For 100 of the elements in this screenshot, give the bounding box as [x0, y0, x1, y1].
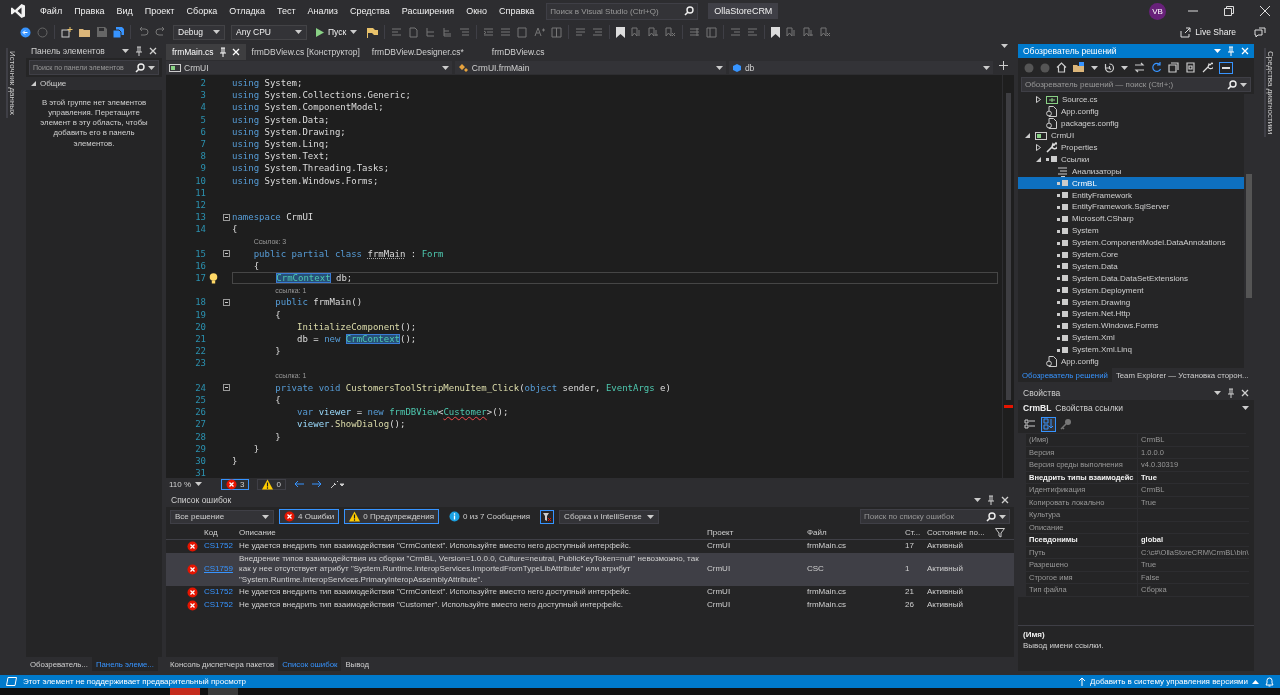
search-icon[interactable] — [986, 511, 996, 522]
column-header[interactable]: Код — [202, 528, 237, 537]
new-project-icon[interactable] — [61, 26, 73, 38]
filter-icon[interactable] — [540, 509, 555, 524]
brush-icon[interactable] — [329, 479, 344, 489]
bookmark-icon[interactable] — [771, 26, 781, 38]
tree-item[interactable]: App.config — [1018, 355, 1244, 368]
tree-item[interactable]: Microsoft.CSharp — [1018, 212, 1244, 225]
pin-icon[interactable] — [1227, 388, 1235, 398]
arrow-right-icon[interactable] — [311, 480, 322, 488]
error-code-link[interactable]: CS1752 — [202, 587, 237, 598]
caret-icon[interactable] — [350, 30, 358, 34]
key-icon[interactable] — [1060, 418, 1072, 430]
source-dropdown[interactable]: Сборка и IntelliSense — [559, 509, 660, 524]
caret-icon[interactable] — [213, 30, 220, 34]
home-icon[interactable] — [1056, 62, 1067, 73]
caret-icon[interactable] — [1214, 49, 1221, 53]
close-icon[interactable] — [149, 47, 157, 55]
menu-item[interactable]: Окно — [460, 6, 494, 16]
search-box[interactable]: Поиск по списку ошибок — [860, 509, 1010, 524]
tree-item[interactable]: System.Deployment — [1018, 284, 1244, 297]
sort-button[interactable] — [1041, 416, 1056, 432]
caret-icon[interactable] — [195, 482, 203, 486]
tree-item[interactable]: Properties — [1018, 141, 1244, 154]
scrollbar-thumb[interactable] — [1006, 93, 1011, 400]
warning-count-button[interactable]: 0 — [257, 478, 286, 490]
editor-tab[interactable]: frmDBView.cs [Конструктор] — [245, 44, 366, 60]
live-share-button[interactable]: Live Share — [1180, 26, 1236, 38]
bell-icon[interactable] — [1265, 676, 1274, 687]
funnel-icon[interactable] — [995, 527, 1005, 538]
tree-item[interactable]: packages.config — [1018, 117, 1244, 130]
back-icon[interactable] — [20, 26, 31, 38]
error-code-link[interactable]: CS1752 — [202, 541, 237, 552]
tree-item[interactable]: EntityFramework — [1018, 189, 1244, 201]
tree-item[interactable]: System.Xml — [1018, 331, 1244, 344]
sort-button[interactable] — [1022, 416, 1037, 432]
menu-item[interactable]: Отладка — [223, 6, 271, 16]
preview-icon[interactable] — [1219, 61, 1233, 74]
scope-dropdown[interactable]: Все решение — [170, 509, 274, 524]
side-tab[interactable]: Средства диагностики — [1263, 48, 1275, 138]
expander-icon[interactable] — [1035, 144, 1042, 151]
caret-icon[interactable] — [1242, 405, 1249, 410]
side-tab[interactable]: Источник данных — [5, 48, 17, 119]
tree-item[interactable]: CrmBL — [1018, 177, 1244, 190]
caret-icon[interactable] — [1121, 65, 1128, 70]
show-all-icon[interactable] — [1185, 62, 1196, 73]
menu-item[interactable]: Расширения — [395, 6, 461, 16]
column-header[interactable]: Состояние по... — [925, 528, 995, 537]
caret-icon[interactable] — [974, 498, 981, 502]
flag-icon[interactable] — [366, 26, 379, 38]
caret-icon[interactable] — [715, 65, 723, 70]
redo-icon[interactable] — [155, 27, 167, 37]
caret-icon[interactable] — [1214, 391, 1221, 395]
caret-icon[interactable] — [148, 65, 155, 70]
bookmark-clear-icon[interactable] — [820, 26, 832, 38]
tree-item[interactable]: CrmUI — [1018, 129, 1244, 142]
expander-icon[interactable] — [1024, 132, 1031, 140]
tree-item[interactable]: System.Core — [1018, 248, 1244, 261]
tree-item[interactable]: Ссылки — [1018, 153, 1244, 166]
save-all-icon[interactable] — [113, 26, 124, 38]
menu-item[interactable]: Проект — [138, 6, 181, 16]
source-control-button[interactable]: Добавить в систему управления версиями — [1077, 677, 1259, 686]
sync-icon[interactable] — [1134, 62, 1145, 73]
menu-item[interactable]: Правка — [68, 6, 111, 16]
tree-item[interactable]: System.ComponentModel.DataAnnotations — [1018, 236, 1244, 249]
editor-tab[interactable]: frmDBView.cs — [485, 44, 606, 60]
platform-dropdown[interactable]: Any CPU — [231, 24, 307, 40]
arrow-left-icon[interactable] — [293, 480, 304, 488]
toolbox-group[interactable]: Общие — [26, 77, 162, 90]
menu-item[interactable]: Анализ — [301, 6, 344, 16]
filter-button[interactable]: 0 Предупреждения — [344, 509, 439, 524]
collapse-icon[interactable] — [222, 384, 230, 392]
filter-button[interactable]: 0 из 7 Сообщения — [444, 509, 536, 524]
caret-icon[interactable] — [1091, 65, 1098, 70]
restore-icon[interactable] — [1224, 6, 1234, 16]
folder-icon[interactable] — [79, 27, 91, 37]
close-icon[interactable] — [1260, 6, 1270, 16]
pin-icon[interactable] — [135, 46, 143, 56]
navigation-dropdown[interactable]: CrmUI.frmMain — [454, 61, 726, 74]
column-header[interactable]: Проект — [705, 528, 805, 537]
search-icon[interactable] — [684, 6, 695, 16]
caret-icon[interactable] — [999, 514, 1006, 519]
expander-icon[interactable] — [1035, 155, 1042, 163]
menu-item[interactable]: Сборка — [180, 6, 224, 16]
scrollbar[interactable] — [1002, 75, 1014, 478]
wrench-icon[interactable] — [1202, 62, 1213, 73]
bookmark-icon[interactable] — [616, 26, 626, 38]
error-row[interactable]: CS1752 Не удается внедрить тип взаимодействия "CrmContext". Используйте вместо него доступный интерфейс. CrmUI frmMain.cs 17 Активный — [166, 540, 1014, 553]
error-row[interactable]: CS1752 Не удается внедрить тип взаимодействия "Customer". Используйте вместо него доступный интерфейс. CrmUI frmMain.cs 26 Активный — [166, 599, 1014, 613]
collapse-icon[interactable] — [222, 250, 230, 258]
error-row[interactable]: CS1752 Не удается внедрить тип взаимодействия "CrmContext". Используйте вместо него доступный интерфейс. CrmUI frmMain.cs 21 Активный — [166, 586, 1014, 600]
refresh-icon[interactable] — [1151, 62, 1162, 73]
caret-icon[interactable] — [262, 514, 269, 519]
collapse-icon[interactable] — [222, 213, 230, 221]
tree-item[interactable]: Анализаторы — [1018, 165, 1244, 178]
menu-item[interactable]: Вид — [110, 6, 139, 16]
column-header[interactable]: Ст... — [903, 528, 925, 537]
search-box[interactable]: Обозреватель решений — поиск (Ctrl+;) — [1021, 77, 1251, 92]
search-field[interactable]: Поиск в Visual Studio (Ctrl+Q) — [550, 6, 682, 16]
tree-item[interactable]: System.Data — [1018, 260, 1244, 273]
